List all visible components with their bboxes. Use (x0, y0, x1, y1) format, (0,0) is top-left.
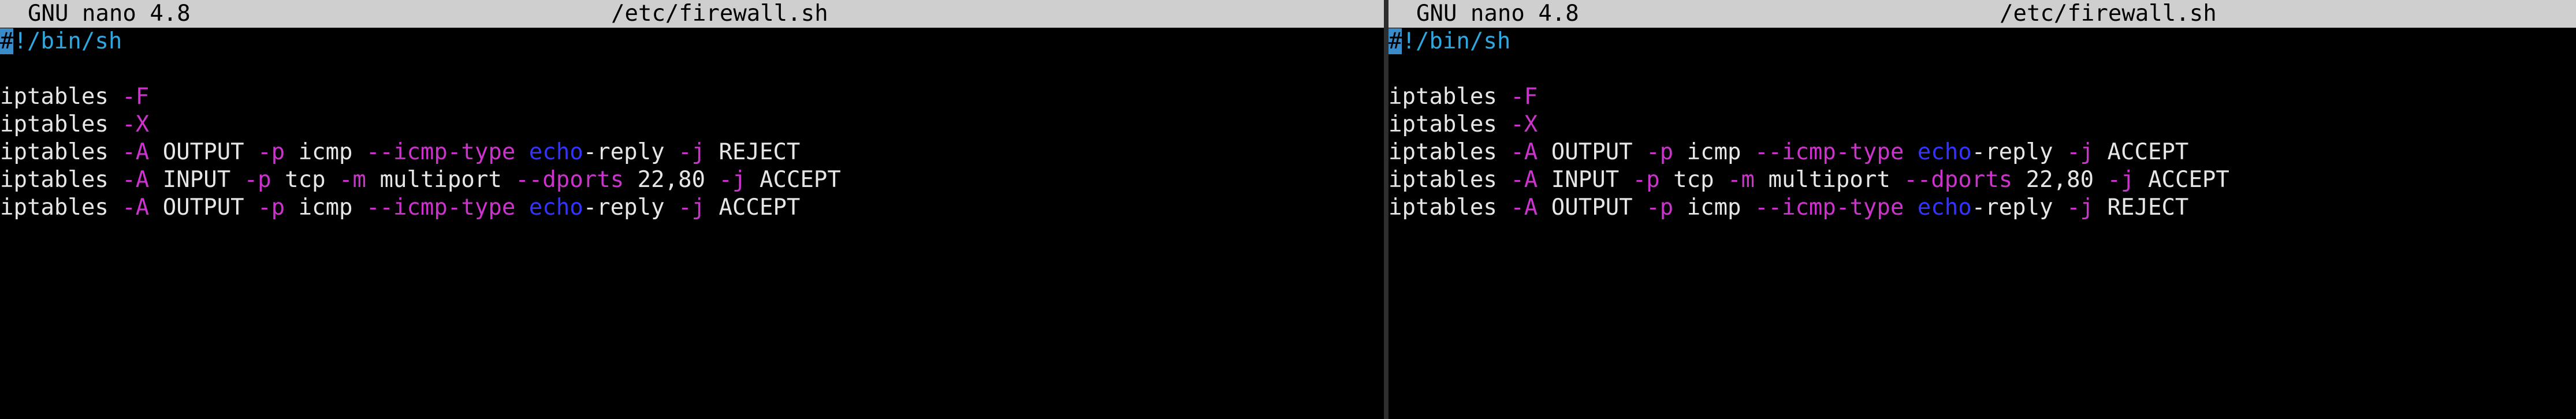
command-token: iptables (1388, 84, 1497, 110)
protocol-token: tcp (1673, 167, 1714, 193)
target-token: ACCEPT (719, 194, 801, 220)
flag-token: -p (244, 167, 271, 193)
flag-token: -p (1646, 194, 1674, 220)
shebang-line[interactable]: #!/bin/sh (0, 28, 1384, 55)
blank-line[interactable] (1388, 55, 2576, 83)
flag-token: -m (339, 167, 367, 193)
flag-token: -A (122, 139, 150, 165)
flag-token: -X (122, 111, 150, 137)
protocol-token: icmp (298, 139, 353, 165)
terminal-pane-left[interactable]: GNU nano 4.8 /etc/firewall.sh #!/bin/sh … (0, 0, 1384, 419)
flag-token: -A (1510, 194, 1538, 220)
code-line[interactable]: iptables -A OUTPUT -p icmp --icmp-type e… (0, 139, 1384, 166)
command-token: iptables (1388, 111, 1497, 137)
keyword-token: echo (1917, 139, 1972, 165)
command-token: iptables (1388, 194, 1497, 220)
flag-token: -p (258, 139, 285, 165)
flag-token: -m (1728, 167, 1755, 193)
protocol-token: icmp (298, 194, 353, 220)
command-token: iptables (0, 194, 109, 220)
code-line[interactable]: iptables -F (1388, 83, 2576, 111)
protocol-token: icmp (1687, 139, 1741, 165)
command-token: iptables (0, 111, 109, 137)
flag-token: -j (2067, 139, 2094, 165)
flag-token: -A (1510, 139, 1538, 165)
command-token: iptables (0, 139, 109, 165)
keyword-token: echo (1917, 194, 1972, 220)
shebang-path: !/bin/sh (13, 28, 122, 54)
command-token: iptables (1388, 139, 1497, 165)
ports-token: 22,80 (637, 167, 706, 193)
protocol-token: tcp (285, 167, 326, 193)
protocol-token: icmp (1687, 194, 1741, 220)
text-token: -reply (583, 139, 665, 165)
flag-token: -j (2107, 167, 2135, 193)
ports-token: 22,80 (2026, 167, 2094, 193)
chain-token: OUTPUT (162, 139, 244, 165)
editor-area[interactable]: #!/bin/sh iptables -F iptables -X iptabl… (1388, 28, 2576, 419)
filename-label: /etc/firewall.sh (2000, 1, 2217, 27)
flag-token: --icmp-type (1755, 194, 1904, 220)
flag-token: -j (719, 167, 746, 193)
flag-token: -A (122, 194, 150, 220)
text-cursor: # (0, 28, 14, 54)
target-token: REJECT (2107, 194, 2189, 220)
text-token: -reply (1971, 194, 2053, 220)
flag-token: --dports (515, 167, 624, 193)
target-token: ACCEPT (2148, 167, 2229, 193)
command-token: iptables (1388, 167, 1497, 193)
flag-token: -j (2067, 194, 2094, 220)
code-line[interactable]: iptables -X (0, 111, 1384, 139)
filename-label: /etc/firewall.sh (611, 1, 828, 27)
flag-token: -A (1510, 167, 1538, 193)
target-token: REJECT (719, 139, 801, 165)
flag-token: -F (1510, 84, 1538, 110)
flag-token: -j (678, 139, 706, 165)
flag-token: -p (1646, 139, 1674, 165)
keyword-token: echo (528, 139, 583, 165)
pane-divider (1384, 0, 1388, 419)
module-token: multiport (379, 167, 502, 193)
shebang-path: !/bin/sh (1402, 28, 1511, 54)
shebang-line[interactable]: #!/bin/sh (1388, 28, 2576, 55)
command-token: iptables (0, 167, 109, 193)
flag-token: -A (122, 167, 150, 193)
flag-token: --icmp-type (1755, 139, 1904, 165)
app-version-label: GNU nano 4.8 (1416, 1, 1579, 27)
flag-token: -X (1510, 111, 1538, 137)
editor-area[interactable]: #!/bin/sh iptables -F iptables -X iptabl… (0, 28, 1384, 419)
code-line[interactable]: iptables -A OUTPUT -p icmp --icmp-type e… (1388, 139, 2576, 166)
blank-line[interactable] (0, 55, 1384, 83)
app-version-label: GNU nano 4.8 (28, 1, 191, 27)
code-line[interactable]: iptables -F (0, 83, 1384, 111)
command-token: iptables (0, 84, 109, 110)
flag-token: --icmp-type (366, 194, 516, 220)
chain-token: OUTPUT (1551, 139, 1633, 165)
target-token: ACCEPT (2107, 139, 2189, 165)
code-line[interactable]: iptables -A INPUT -p tcp -m multiport --… (1388, 166, 2576, 194)
code-line[interactable]: iptables -X (1388, 111, 2576, 139)
target-token: ACCEPT (760, 167, 841, 193)
chain-token: INPUT (162, 167, 231, 193)
flag-token: -p (258, 194, 285, 220)
flag-token: -p (1632, 167, 1660, 193)
terminal-pane-right[interactable]: GNU nano 4.8 /etc/firewall.sh #!/bin/sh … (1388, 0, 2576, 419)
chain-token: OUTPUT (1551, 194, 1633, 220)
nano-title-bar: GNU nano 4.8 /etc/firewall.sh (1388, 0, 2576, 28)
text-cursor: # (1388, 28, 1402, 54)
text-token: -reply (583, 194, 665, 220)
module-token: multiport (1768, 167, 1890, 193)
nano-title-bar: GNU nano 4.8 /etc/firewall.sh (0, 0, 1384, 28)
chain-token: OUTPUT (162, 194, 244, 220)
text-token: -reply (1971, 139, 2053, 165)
flag-token: --dports (1904, 167, 2013, 193)
flag-token: --icmp-type (366, 139, 516, 165)
chain-token: INPUT (1551, 167, 1620, 193)
flag-token: -F (122, 84, 150, 110)
code-line[interactable]: iptables -A INPUT -p tcp -m multiport --… (0, 166, 1384, 194)
code-line[interactable]: iptables -A OUTPUT -p icmp --icmp-type e… (1388, 194, 2576, 222)
code-line[interactable]: iptables -A OUTPUT -p icmp --icmp-type e… (0, 194, 1384, 222)
keyword-token: echo (528, 194, 583, 220)
flag-token: -j (678, 194, 706, 220)
